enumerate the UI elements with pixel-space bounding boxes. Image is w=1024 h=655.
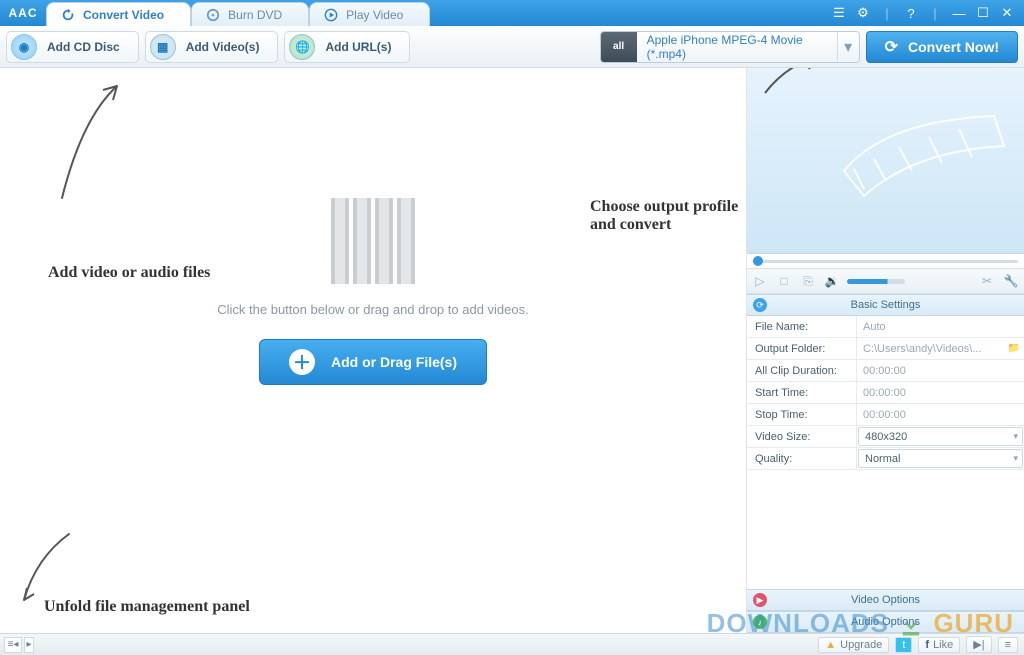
chevron-down-icon: ▾ (1013, 431, 1018, 442)
video-options-header[interactable]: ▶ Video Options (747, 589, 1024, 611)
volume-slider[interactable] (847, 279, 905, 284)
video-size-select[interactable]: 480x320▾ (858, 427, 1023, 446)
button-label: Add URL(s) (325, 40, 391, 54)
filmstrip-graphic-icon (824, 91, 1014, 211)
window-controls: ☰ ⚙ | ? | — ☐ ✕ (822, 0, 1024, 26)
setting-stop-time: Stop Time: 00:00:00 (747, 404, 1024, 426)
setting-quality: Quality: Normal▾ (747, 448, 1024, 470)
toolbar: ◉ Add CD Disc ▦ Add Video(s) 🌐 Add URL(s… (0, 26, 1024, 68)
profile-label: Apple iPhone MPEG-4 Movie (*.mp4) (637, 32, 837, 62)
tab-convert-video[interactable]: Convert Video (46, 2, 191, 26)
list-button[interactable]: ≡ (998, 637, 1018, 653)
add-cd-disc-button[interactable]: ◉ Add CD Disc (6, 31, 139, 63)
drop-hint-text: Click the button below or drag and drop … (217, 302, 528, 317)
cut-icon[interactable]: ✂ (978, 274, 996, 288)
volume-icon[interactable]: 🔉 (823, 274, 841, 288)
quality-select[interactable]: Normal▾ (858, 449, 1023, 468)
output-profile-selector[interactable]: all Apple iPhone MPEG-4 Movie (*.mp4) ▾ (600, 31, 860, 63)
menu-icon[interactable]: ☰ (830, 4, 848, 22)
stop-icon[interactable]: □ (775, 274, 793, 288)
title-bar: AAC Convert Video Burn DVD Play Video ☰ … (0, 0, 1024, 26)
folder-icon[interactable]: 📁 (1008, 343, 1020, 354)
preview-seek-slider[interactable] (747, 254, 1024, 268)
app-logo: AAC (0, 0, 46, 26)
main-tabs: Convert Video Burn DVD Play Video (46, 0, 822, 26)
chevron-down-icon[interactable]: ▾ (837, 32, 859, 62)
output-folder-value[interactable]: C:\Users\andy\Videos\...📁 (857, 338, 1024, 359)
film-placeholder-icon (331, 198, 415, 284)
tab-burn-dvd[interactable]: Burn DVD (191, 2, 309, 26)
button-label: Convert Now! (908, 39, 999, 55)
setting-start-time: Start Time: 00:00:00 (747, 382, 1024, 404)
right-panel: ▷ □ ⎘ 🔉 ✂ 🔧 ⟳ Basic Settings File Name: … (746, 68, 1024, 633)
section-title: Audio Options (851, 616, 920, 628)
cycle-icon: ⟳ (885, 37, 898, 57)
settings-section-icon: ⟳ (753, 298, 767, 312)
maximize-icon[interactable]: ☐ (974, 4, 992, 22)
play-icon[interactable]: ▷ (751, 274, 769, 288)
prev-track-button[interactable]: ▶| (966, 636, 991, 653)
stop-time-value[interactable]: 00:00:00 (857, 404, 1024, 425)
annotation-choose-profile: Choose output profile and convert (590, 198, 746, 234)
section-title: Video Options (851, 594, 920, 606)
preview-controls: ▷ □ ⎘ 🔉 ✂ 🔧 (747, 268, 1024, 294)
tool-icon[interactable]: 🔧 (1002, 274, 1020, 288)
convert-now-button[interactable]: ⟳ Convert Now! (866, 31, 1018, 63)
close-icon[interactable]: ✕ (998, 4, 1016, 22)
disc-plus-icon: ◉ (11, 34, 37, 60)
panel-toggle-button[interactable]: ≡◂ (4, 637, 22, 653)
plus-icon: ＋ (289, 349, 315, 375)
tab-play-video[interactable]: Play Video (309, 2, 430, 26)
duration-value: 00:00:00 (857, 360, 1024, 381)
play-icon (324, 8, 338, 22)
file-name-value[interactable]: Auto (857, 316, 1024, 337)
twitter-button[interactable]: t (895, 637, 912, 653)
add-or-drag-files-button[interactable]: ＋ Add or Drag File(s) (259, 339, 487, 385)
basic-settings-header: ⟳ Basic Settings (747, 294, 1024, 316)
annotation-add-files: Add video or audio files (48, 264, 210, 282)
refresh-icon (61, 8, 75, 22)
annotation-unfold: Unfold file management panel (44, 598, 250, 616)
chevron-down-icon: ▾ (1013, 453, 1018, 464)
audio-section-icon: ♪ (753, 615, 767, 629)
setting-video-size: Video Size: 480x320▾ (747, 426, 1024, 448)
facebook-like-button[interactable]: fLike (918, 637, 960, 653)
file-drop-pane[interactable]: Add video or audio files Unfold file man… (0, 68, 746, 633)
disc-icon (206, 8, 220, 22)
arrow-annotation-icon (755, 68, 825, 99)
status-bar: ≡◂ ▸ ▲Upgrade t fLike ▶| ≡ (0, 633, 1024, 655)
panel-expand-button[interactable]: ▸ (24, 637, 34, 653)
button-label: Add Video(s) (186, 40, 260, 54)
start-time-value[interactable]: 00:00:00 (857, 382, 1024, 403)
section-title: Basic Settings (851, 299, 921, 311)
help-icon[interactable]: ? (902, 4, 920, 22)
add-videos-button[interactable]: ▦ Add Video(s) (145, 31, 279, 63)
setting-all-clip-duration: All Clip Duration: 00:00:00 (747, 360, 1024, 382)
button-label: Add or Drag File(s) (331, 354, 457, 370)
film-plus-icon: ▦ (150, 34, 176, 60)
preview-area (747, 68, 1024, 254)
main-area: Add video or audio files Unfold file man… (0, 68, 1024, 633)
add-urls-button[interactable]: 🌐 Add URL(s) (284, 31, 410, 63)
snapshot-icon[interactable]: ⎘ (799, 274, 817, 289)
arrow-annotation-icon (42, 78, 132, 208)
video-section-icon: ▶ (753, 593, 767, 607)
setting-output-folder: Output Folder: C:\Users\andy\Videos\...📁 (747, 338, 1024, 360)
arrow-annotation-icon (14, 528, 84, 608)
globe-plus-icon: 🌐 (289, 34, 315, 60)
button-label: Add CD Disc (47, 40, 120, 54)
minimize-icon[interactable]: — (950, 4, 968, 22)
upgrade-button[interactable]: ▲Upgrade (818, 637, 889, 653)
gear-icon[interactable]: ⚙ (854, 4, 872, 22)
tab-label: Convert Video (83, 8, 164, 22)
audio-options-header[interactable]: ♪ Audio Options (747, 611, 1024, 633)
tab-label: Burn DVD (228, 8, 282, 22)
tab-label: Play Video (346, 8, 403, 22)
setting-file-name: File Name: Auto (747, 316, 1024, 338)
profile-category-icon: all (601, 32, 637, 62)
